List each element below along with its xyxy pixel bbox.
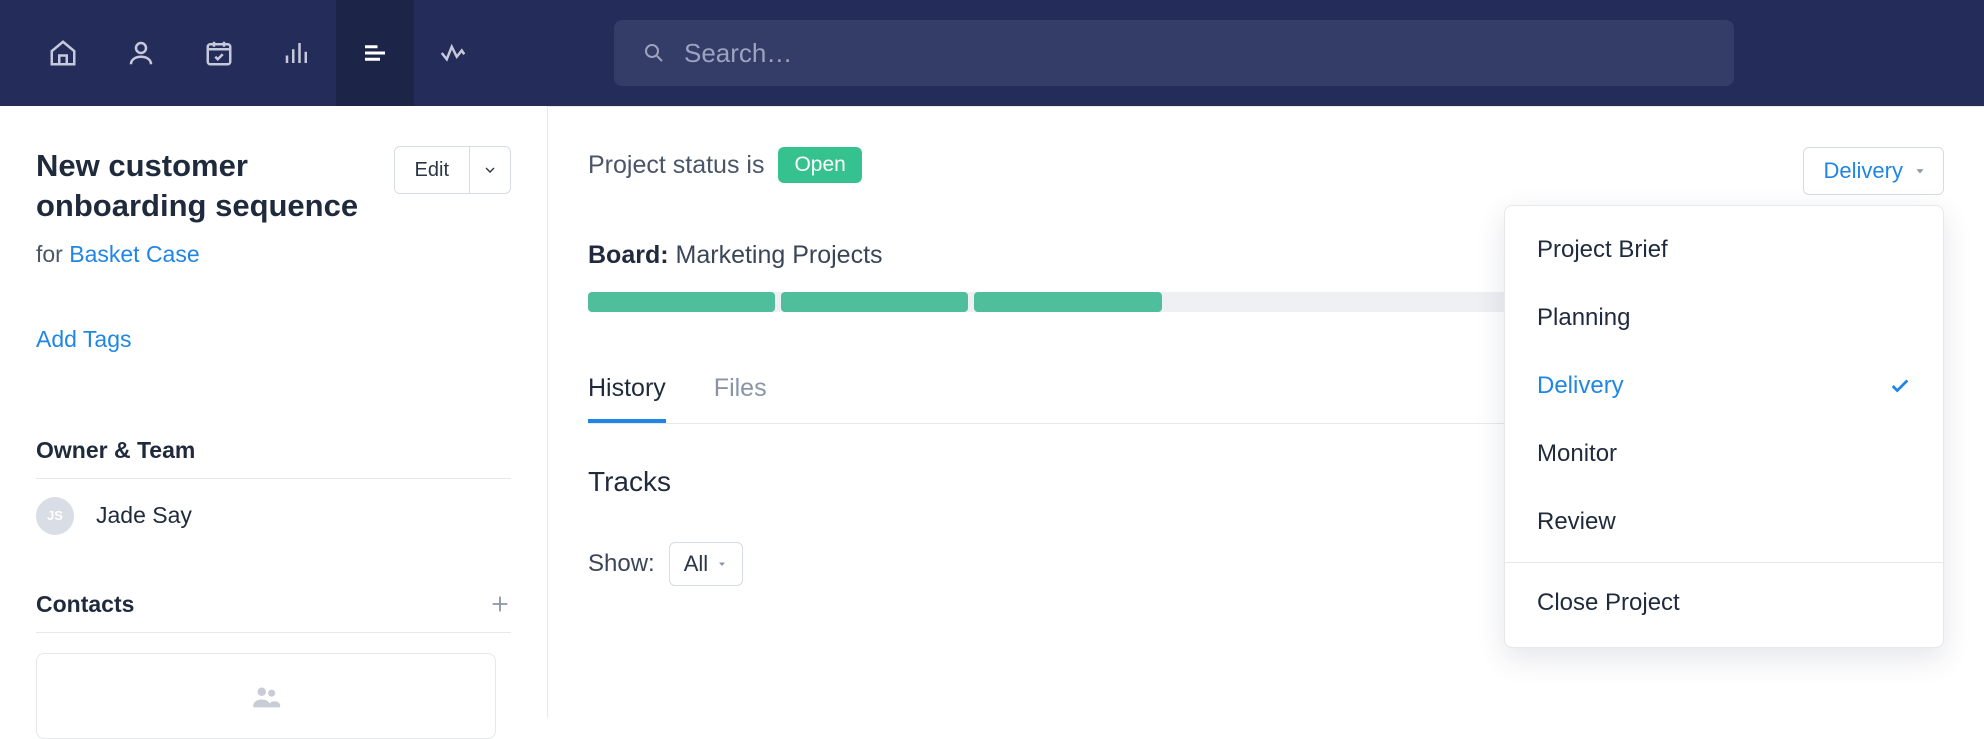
add-tags-link[interactable]: Add Tags xyxy=(36,326,511,353)
project-title: New customer onboarding sequence xyxy=(36,146,366,227)
nav-reports[interactable] xyxy=(258,0,336,106)
stage-option-label: Planning xyxy=(1537,304,1630,332)
search-icon xyxy=(642,41,666,65)
progress-segment xyxy=(1168,292,1355,312)
stage-option-project-brief[interactable]: Project Brief xyxy=(1505,216,1943,284)
tab-files[interactable]: Files xyxy=(714,358,767,423)
progress-segment xyxy=(781,292,968,312)
chevron-down-icon xyxy=(482,162,498,178)
owner-section-label: Owner & Team xyxy=(36,437,511,479)
nav-home[interactable] xyxy=(24,0,102,106)
edit-button-group: Edit xyxy=(394,146,511,194)
stage-option-label: Review xyxy=(1537,508,1616,536)
show-select[interactable]: All xyxy=(669,542,743,586)
edit-button[interactable]: Edit xyxy=(395,147,470,193)
progress-bar xyxy=(588,292,1548,312)
board-label: Board: xyxy=(588,241,669,269)
stage-option-review[interactable]: Review xyxy=(1505,488,1943,556)
top-nav xyxy=(0,0,1984,106)
owner-avatar: JS xyxy=(36,497,74,535)
tab-history[interactable]: History xyxy=(588,358,666,423)
stage-select-label: Delivery xyxy=(1824,158,1903,184)
progress-segment xyxy=(974,292,1161,312)
add-contact-button[interactable] xyxy=(489,593,511,615)
for-prefix: for xyxy=(36,241,69,267)
edit-dropdown-button[interactable] xyxy=(470,147,510,193)
nav-contacts[interactable] xyxy=(102,0,180,106)
project-sidebar: New customer onboarding sequence Edit fo… xyxy=(0,106,548,718)
status-prefix: Project status is xyxy=(588,151,764,180)
person-icon xyxy=(126,38,156,68)
check-icon xyxy=(1889,375,1911,397)
caret-down-icon xyxy=(716,558,728,570)
project-content: Project status is Open Delivery Project … xyxy=(548,106,1984,718)
list-icon xyxy=(360,38,390,68)
search-input[interactable] xyxy=(684,38,1706,69)
stage-option-label: Monitor xyxy=(1537,440,1617,468)
caret-down-icon xyxy=(1913,164,1927,178)
title-row: New customer onboarding sequence Edit xyxy=(36,146,511,227)
search-container xyxy=(614,20,1734,86)
show-label: Show: xyxy=(588,550,655,578)
stage-option-monitor[interactable]: Monitor xyxy=(1505,420,1943,488)
nav-activity[interactable] xyxy=(414,0,492,106)
menu-divider xyxy=(1505,562,1943,563)
stage-close-project[interactable]: Close Project xyxy=(1505,569,1943,637)
owner-row: JS Jade Say xyxy=(36,497,511,535)
stage-option-label: Close Project xyxy=(1537,589,1680,617)
show-select-value: All xyxy=(684,551,708,577)
calendar-check-icon xyxy=(204,38,234,68)
stage-option-label: Delivery xyxy=(1537,372,1624,400)
contacts-label: Contacts xyxy=(36,591,134,618)
activity-icon xyxy=(438,38,468,68)
project-for-line: for Basket Case xyxy=(36,241,511,268)
search-field[interactable] xyxy=(614,20,1734,86)
people-icon xyxy=(249,679,283,713)
stage-option-planning[interactable]: Planning xyxy=(1505,284,1943,352)
home-icon xyxy=(48,38,78,68)
status-line: Project status is Open xyxy=(588,147,1944,183)
main-area: New customer onboarding sequence Edit fo… xyxy=(0,106,1984,718)
progress-segment xyxy=(588,292,775,312)
owner-name: Jade Say xyxy=(96,502,192,529)
stage-option-label: Project Brief xyxy=(1537,236,1668,264)
bars-icon xyxy=(282,38,312,68)
board-name: Marketing Projects xyxy=(676,241,883,269)
nav-projects[interactable] xyxy=(336,0,414,106)
stage-dropdown: Project Brief Planning Delivery Monitor … xyxy=(1504,205,1944,648)
stage-option-delivery[interactable]: Delivery xyxy=(1505,352,1943,420)
nav-calendar[interactable] xyxy=(180,0,258,106)
customer-link[interactable]: Basket Case xyxy=(69,241,199,267)
plus-icon xyxy=(489,593,511,615)
contacts-section-header: Contacts xyxy=(36,591,511,633)
contacts-empty-card[interactable] xyxy=(36,653,496,739)
status-badge: Open xyxy=(778,147,861,183)
stage-select-button[interactable]: Delivery xyxy=(1803,147,1944,195)
